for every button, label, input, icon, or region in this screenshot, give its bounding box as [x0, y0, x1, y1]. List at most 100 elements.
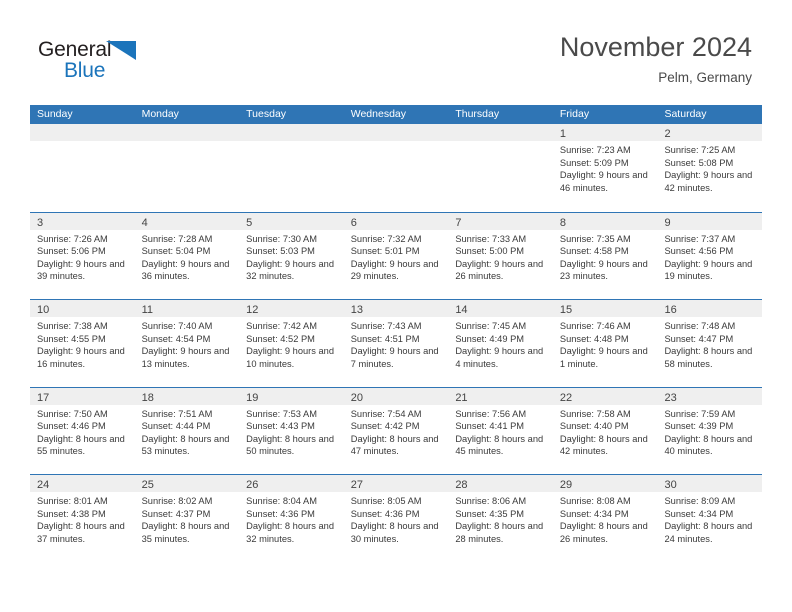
calendar-day-cell[interactable]: 27 Sunrise: 8:05 AM Sunset: 4:36 PM Dayligh… — [343, 475, 449, 562]
calendar-day-cell[interactable]: 18 Sunrise: 7:51 AM Sunset: 4:44 PM Dayligh… — [134, 387, 240, 475]
daylight-text: Daylight: 9 hours and 32 minutes. — [246, 258, 335, 282]
calendar-day-cell[interactable]: 20 Sunrise: 7:54 AM Sunset: 4:42 PM Dayligh… — [343, 387, 449, 475]
day-number: 22 — [559, 391, 573, 404]
calendar-day-cell[interactable]: 21 Sunrise: 7:56 AM Sunset: 4:41 PM Dayligh… — [448, 387, 553, 475]
sunset-text: Sunset: 4:36 PM — [246, 508, 315, 519]
calendar-day-cell[interactable]: 10 Sunrise: 7:38 AM Sunset: 4:55 PM Dayligh… — [30, 300, 135, 387]
sunset-text: Sunset: 5:06 PM — [37, 246, 106, 257]
sunrise-text: Sunrise: 8:04 AM — [246, 496, 317, 506]
weekday-header-tuesday: Tuesday — [246, 108, 287, 120]
sunset-text: Sunset: 5:09 PM — [559, 157, 629, 168]
sunset-text: Sunset: 5:04 PM — [141, 246, 211, 257]
brand-logo[interactable]: General Blue — [38, 38, 158, 84]
day-sun-info: Sunrise: 7:42 AM Sunset: 4:52 PM Daylight:… — [239, 317, 344, 370]
day-number: 24 — [37, 479, 50, 491]
daylight-text: Daylight: 8 hours and 35 minutes. — [141, 521, 230, 544]
day-sun-info: Sunrise: 7:46 AM Sunset: 4:48 PM Daylight:… — [553, 317, 658, 370]
sunset-text: Sunset: 4:38 PM — [37, 508, 106, 519]
calendar-day-cell[interactable]: 7 Sunrise: 7:33 AM Sunset: 5:00 PM Daylight… — [448, 212, 553, 300]
sunset-text: Sunset: 5:08 PM — [664, 157, 734, 168]
calendar-day-cell[interactable]: 26 Sunrise: 8:04 AM Sunset: 4:36 PM Dayligh… — [239, 475, 344, 562]
daylight-text: Daylight: 9 hours and 42 minutes. — [664, 170, 753, 193]
day-sun-info: Sunrise: 8:02 AM Sunset: 4:37 PM Daylight:… — [135, 492, 240, 545]
day-sun-info: Sunrise: 7:56 AM Sunset: 4:41 PM Daylight:… — [448, 405, 553, 458]
calendar-day-cell[interactable]: 11 Sunrise: 7:40 AM Sunset: 4:54 PM Dayligh… — [134, 300, 240, 387]
sunrise-text: Sunrise: 7:46 AM — [559, 321, 631, 331]
calendar-grid: Sunday Monday Tuesday Wednesday Thursday Frid… — [30, 105, 763, 562]
calendar-day-cell[interactable]: 5 Sunrise: 7:30 AM Sunset: 5:03 PM Daylight… — [239, 212, 344, 300]
daylight-text: Daylight: 8 hours and 50 minutes. — [246, 433, 335, 457]
calendar-day-cell[interactable]: 4 Sunrise: 7:28 AM Sunset: 5:04 PM Daylight… — [134, 212, 240, 300]
day-number-band: 29 — [552, 475, 658, 492]
day-number: 9 — [664, 216, 671, 229]
calendar-day-cell[interactable]: 19 Sunrise: 7:53 AM Sunset: 4:43 PM Dayligh… — [239, 387, 344, 475]
calendar-day-cell[interactable]: 6 Sunrise: 7:32 AM Sunset: 5:01 PM Daylight… — [343, 212, 449, 300]
sunrise-text: Sunrise: 7:51 AM — [141, 408, 213, 419]
calendar-day-cell[interactable]: 29 Sunrise: 8:08 AM Sunset: 4:34 PM Dayligh… — [552, 475, 658, 562]
sunset-text: Sunset: 4:51 PM — [350, 333, 420, 344]
day-number-band: 19 — [239, 387, 344, 405]
page-title: November 2024 — [559, 32, 752, 62]
daylight-text: Daylight: 8 hours and 47 minutes. — [350, 433, 439, 457]
calendar-day-cell[interactable]: 9 Sunrise: 7:37 AM Sunset: 4:56 PM Daylight… — [657, 212, 763, 300]
sunset-text: Sunset: 4:34 PM — [664, 508, 734, 519]
sunset-text: Sunset: 4:52 PM — [246, 333, 315, 344]
day-number-band: 28 — [448, 475, 553, 492]
calendar-day-cell[interactable]: 23 Sunrise: 7:59 AM Sunset: 4:39 PM Dayligh… — [657, 387, 763, 475]
day-number: 7 — [455, 216, 462, 229]
calendar-day-cell[interactable]: 13 Sunrise: 7:43 AM Sunset: 4:51 PM Dayligh… — [343, 300, 449, 387]
calendar-day-cell[interactable]: 17 Sunrise: 7:50 AM Sunset: 4:46 PM Dayligh… — [30, 387, 135, 475]
day-sun-info: Sunrise: 7:43 AM Sunset: 4:51 PM Daylight:… — [344, 317, 449, 370]
calendar-day-cell[interactable]: 8 Sunrise: 7:35 AM Sunset: 4:58 PM Daylight… — [552, 212, 658, 300]
calendar-day-cell[interactable]: 16 Sunrise: 7:48 AM Sunset: 4:47 PM Dayligh… — [657, 300, 763, 387]
calendar-day-cell[interactable]: 24 Sunrise: 8:01 AM Sunset: 4:38 PM Dayligh… — [30, 475, 135, 562]
daylight-text: Daylight: 8 hours and 30 minutes. — [350, 521, 439, 544]
day-sun-info: Sunrise: 8:05 AM Sunset: 4:36 PM Daylight:… — [344, 492, 449, 545]
day-sun-info: Sunrise: 7:33 AM Sunset: 5:00 PM Daylight:… — [448, 230, 553, 283]
day-sun-info: Sunrise: 7:26 AM Sunset: 5:06 PM Daylight:… — [30, 230, 135, 283]
sunrise-text: Sunrise: 8:02 AM — [141, 496, 213, 506]
sunrise-text: Sunrise: 7:42 AM — [246, 321, 317, 331]
day-number-band: 7 — [448, 212, 553, 230]
calendar-day-cell[interactable]: 25 Sunrise: 8:02 AM Sunset: 4:37 PM Dayligh… — [134, 475, 240, 562]
sunrise-text: Sunrise: 7:40 AM — [141, 321, 213, 331]
sunset-text: Sunset: 4:43 PM — [246, 421, 315, 432]
daylight-text: Daylight: 9 hours and 23 minutes. — [559, 258, 648, 282]
sunset-text: Sunset: 4:58 PM — [559, 246, 629, 257]
sunset-text: Sunset: 5:00 PM — [455, 246, 525, 257]
sunset-text: Sunset: 4:44 PM — [141, 421, 211, 432]
day-number-band: 24 — [30, 475, 135, 492]
weekday-header-thursday: Thursday — [455, 108, 500, 120]
sunrise-text: Sunrise: 7:58 AM — [559, 408, 631, 419]
day-number: 3 — [37, 216, 44, 229]
day-number-band — [343, 124, 449, 141]
sunrise-text: Sunrise: 7:28 AM — [141, 233, 213, 244]
daylight-text: Daylight: 9 hours and 13 minutes. — [141, 346, 230, 369]
sunrise-text: Sunrise: 7:48 AM — [664, 321, 736, 331]
day-sun-info: Sunrise: 7:51 AM Sunset: 4:44 PM Daylight:… — [135, 405, 240, 458]
sunset-text: Sunset: 4:54 PM — [141, 333, 211, 344]
day-sun-info: Sunrise: 7:30 AM Sunset: 5:03 PM Daylight:… — [239, 230, 344, 283]
daylight-text: Daylight: 9 hours and 39 minutes. — [37, 258, 125, 282]
daylight-text: Daylight: 8 hours and 26 minutes. — [559, 521, 648, 544]
day-number-band: 9 — [657, 212, 763, 230]
sunrise-text: Sunrise: 8:01 AM — [37, 496, 108, 506]
day-number-band: 8 — [552, 212, 658, 230]
calendar-day-cell[interactable]: 15 Sunrise: 7:46 AM Sunset: 4:48 PM Dayligh… — [552, 300, 658, 387]
calendar-day-cell[interactable]: 3 Sunrise: 7:26 AM Sunset: 5:06 PM Daylight… — [30, 212, 135, 300]
calendar-day-cell[interactable]: 28 Sunrise: 8:06 AM Sunset: 4:35 PM Dayligh… — [448, 475, 553, 562]
calendar-day-cell[interactable]: 30 Sunrise: 8:09 AM Sunset: 4:34 PM Dayligh… — [657, 475, 763, 562]
day-number: 23 — [664, 391, 677, 404]
day-number-band — [239, 124, 344, 141]
calendar-day-cell[interactable]: 1 Sunrise: 7:23 AM Sunset: 5:09 PM Daylight… — [552, 124, 658, 212]
day-number: 5 — [246, 216, 253, 229]
calendar-day-cell[interactable]: 14 Sunrise: 7:45 AM Sunset: 4:49 PM Dayligh… — [448, 300, 553, 387]
calendar-day-cell[interactable]: 22 Sunrise: 7:58 AM Sunset: 4:40 PM Dayligh… — [552, 387, 658, 475]
calendar-day-cell[interactable]: 2 Sunrise: 7:25 AM Sunset: 5:08 PM Daylight… — [657, 124, 763, 212]
day-number-band: 3 — [30, 212, 135, 230]
day-sun-info: Sunrise: 7:45 AM Sunset: 4:49 PM Daylight:… — [448, 317, 553, 370]
weekday-header-sunday: Sunday — [37, 108, 73, 120]
calendar-day-cell[interactable]: 12 Sunrise: 7:42 AM Sunset: 4:52 PM Dayligh… — [239, 300, 344, 387]
sunrise-text: Sunrise: 8:09 AM — [664, 496, 736, 506]
sunrise-text: Sunrise: 7:56 AM — [455, 408, 527, 419]
